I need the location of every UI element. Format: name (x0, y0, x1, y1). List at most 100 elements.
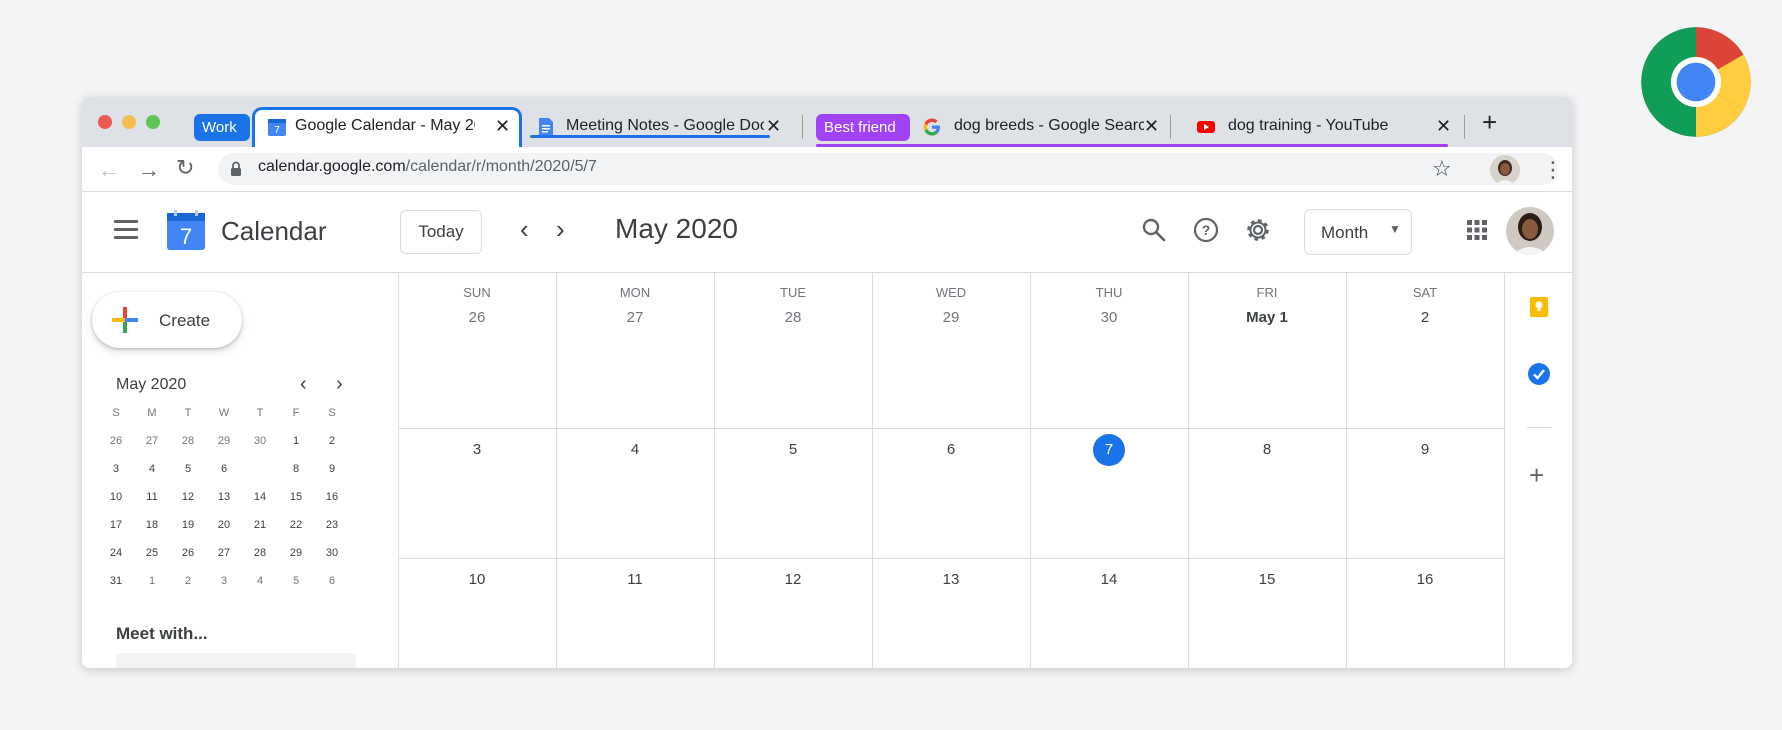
mini-day[interactable]: 24 (102, 541, 130, 565)
mini-day[interactable]: 6 (318, 569, 346, 593)
bookmark-star-icon[interactable]: ☆ (1432, 156, 1452, 182)
create-button[interactable]: Create (92, 292, 242, 348)
account-avatar[interactable] (1506, 207, 1554, 255)
day-number[interactable]: 29 (872, 309, 1030, 326)
main-menu-icon[interactable] (114, 220, 138, 240)
day-number[interactable]: 16 (1346, 571, 1504, 588)
mini-day[interactable]: 1 (138, 569, 166, 593)
search-people-input[interactable] (116, 653, 356, 668)
mini-day[interactable]: 23 (318, 513, 346, 537)
mini-day[interactable]: 2 (318, 429, 346, 453)
maximize-window-button[interactable] (146, 115, 160, 129)
mini-day[interactable]: 14 (246, 485, 274, 509)
mini-day[interactable]: 11 (138, 485, 166, 509)
mini-day[interactable]: 30 (318, 541, 346, 565)
mini-day[interactable]: 13 (210, 485, 238, 509)
reload-icon[interactable]: ↻ (176, 155, 194, 181)
day-number[interactable]: 14 (1030, 571, 1188, 588)
mini-day[interactable]: 28 (174, 429, 202, 453)
mini-day[interactable]: 25 (138, 541, 166, 565)
mini-day[interactable]: 2 (174, 569, 202, 593)
mini-day[interactable]: 9 (318, 457, 346, 481)
close-window-button[interactable] (98, 115, 112, 129)
day-cell[interactable] (556, 273, 714, 428)
tasks-icon[interactable] (1527, 362, 1551, 386)
mini-prev-month-icon[interactable]: ‹ (300, 373, 307, 396)
url-text[interactable]: calendar.google.com/calendar/r/month/202… (258, 158, 597, 176)
day-number[interactable]: 15 (1188, 571, 1346, 588)
today-date-badge[interactable]: 7 (1093, 434, 1125, 466)
mini-day[interactable]: 26 (174, 541, 202, 565)
mini-day[interactable]: 19 (174, 513, 202, 537)
day-number[interactable]: 9 (1346, 441, 1504, 458)
mini-day[interactable]: 27 (138, 429, 166, 453)
profile-avatar[interactable] (1490, 155, 1520, 185)
tab-google-calendar[interactable]: 7 Google Calendar - May 2020 ✕ (252, 107, 522, 147)
tab-meeting-notes[interactable]: Meeting Notes - Google Docs ✕ (530, 107, 781, 147)
day-number[interactable]: 12 (714, 571, 872, 588)
mini-day[interactable]: 22 (282, 513, 310, 537)
mini-day[interactable]: 29 (282, 541, 310, 565)
day-number[interactable]: 13 (872, 571, 1030, 588)
mini-day[interactable]: 20 (210, 513, 238, 537)
next-period-icon[interactable]: › (556, 214, 565, 245)
close-tab-icon[interactable]: ✕ (1436, 116, 1451, 137)
view-switcher[interactable]: Month ▼ (1304, 209, 1412, 255)
prev-period-icon[interactable]: ‹ (520, 214, 529, 245)
day-number[interactable]: 10 (398, 571, 556, 588)
close-tab-icon[interactable]: ✕ (766, 116, 781, 137)
day-number[interactable]: 28 (714, 309, 872, 326)
day-cell[interactable] (1346, 273, 1504, 428)
day-number[interactable]: 26 (398, 309, 556, 326)
mini-day[interactable]: 29 (210, 429, 238, 453)
day-cell[interactable] (872, 273, 1030, 428)
settings-gear-icon[interactable] (1244, 216, 1272, 244)
day-cell[interactable] (714, 273, 872, 428)
day-number[interactable]: 2 (1346, 309, 1504, 326)
help-icon[interactable]: ? (1192, 216, 1220, 244)
mini-day[interactable]: 26 (102, 429, 130, 453)
new-tab-button[interactable]: + (1482, 107, 1497, 138)
mini-day[interactable]: 3 (102, 457, 130, 481)
mini-day[interactable]: 4 (138, 457, 166, 481)
back-arrow-icon[interactable]: ← (98, 157, 120, 183)
mini-day[interactable]: 27 (210, 541, 238, 565)
day-cell[interactable] (398, 273, 556, 428)
day-number[interactable]: 3 (398, 441, 556, 458)
mini-day[interactable]: 4 (246, 569, 274, 593)
mini-day[interactable]: 5 (174, 457, 202, 481)
search-icon[interactable] (1140, 216, 1168, 244)
close-tab-icon[interactable]: ✕ (1144, 116, 1159, 137)
mini-day[interactable]: 7 (246, 455, 274, 483)
day-number[interactable]: 27 (556, 309, 714, 326)
mini-next-month-icon[interactable]: › (336, 373, 343, 396)
mini-day[interactable]: 6 (210, 457, 238, 481)
mini-day[interactable]: 18 (138, 513, 166, 537)
tab-group-best-friend[interactable]: Best friend (816, 114, 910, 141)
mini-day[interactable]: 16 (318, 485, 346, 509)
day-number[interactable]: 11 (556, 571, 714, 588)
forward-arrow-icon[interactable]: → (138, 157, 160, 183)
more-options-icon[interactable]: ⋮ (1542, 157, 1564, 183)
keep-icon[interactable] (1527, 295, 1551, 319)
day-number[interactable]: May 1 (1188, 309, 1346, 326)
mini-day[interactable]: 17 (102, 513, 130, 537)
mini-day[interactable]: 30 (246, 429, 274, 453)
day-number[interactable]: 6 (872, 441, 1030, 458)
add-addon-icon[interactable]: + (1529, 462, 1544, 488)
tab-group-work[interactable]: Work (194, 114, 250, 141)
minimize-window-button[interactable] (122, 115, 136, 129)
mini-day[interactable]: 5 (282, 569, 310, 593)
mini-day[interactable]: 12 (174, 485, 202, 509)
day-cell[interactable] (1030, 273, 1188, 428)
day-cell[interactable] (1188, 273, 1346, 428)
mini-day[interactable]: 28 (246, 541, 274, 565)
today-button[interactable]: Today (400, 210, 482, 254)
mini-day[interactable]: 31 (102, 569, 130, 593)
day-number[interactable]: 5 (714, 441, 872, 458)
close-tab-icon[interactable]: ✕ (495, 116, 510, 137)
mini-day[interactable]: 8 (282, 457, 310, 481)
mini-day[interactable]: 1 (282, 429, 310, 453)
mini-day[interactable]: 15 (282, 485, 310, 509)
apps-grid-icon[interactable] (1466, 219, 1488, 241)
